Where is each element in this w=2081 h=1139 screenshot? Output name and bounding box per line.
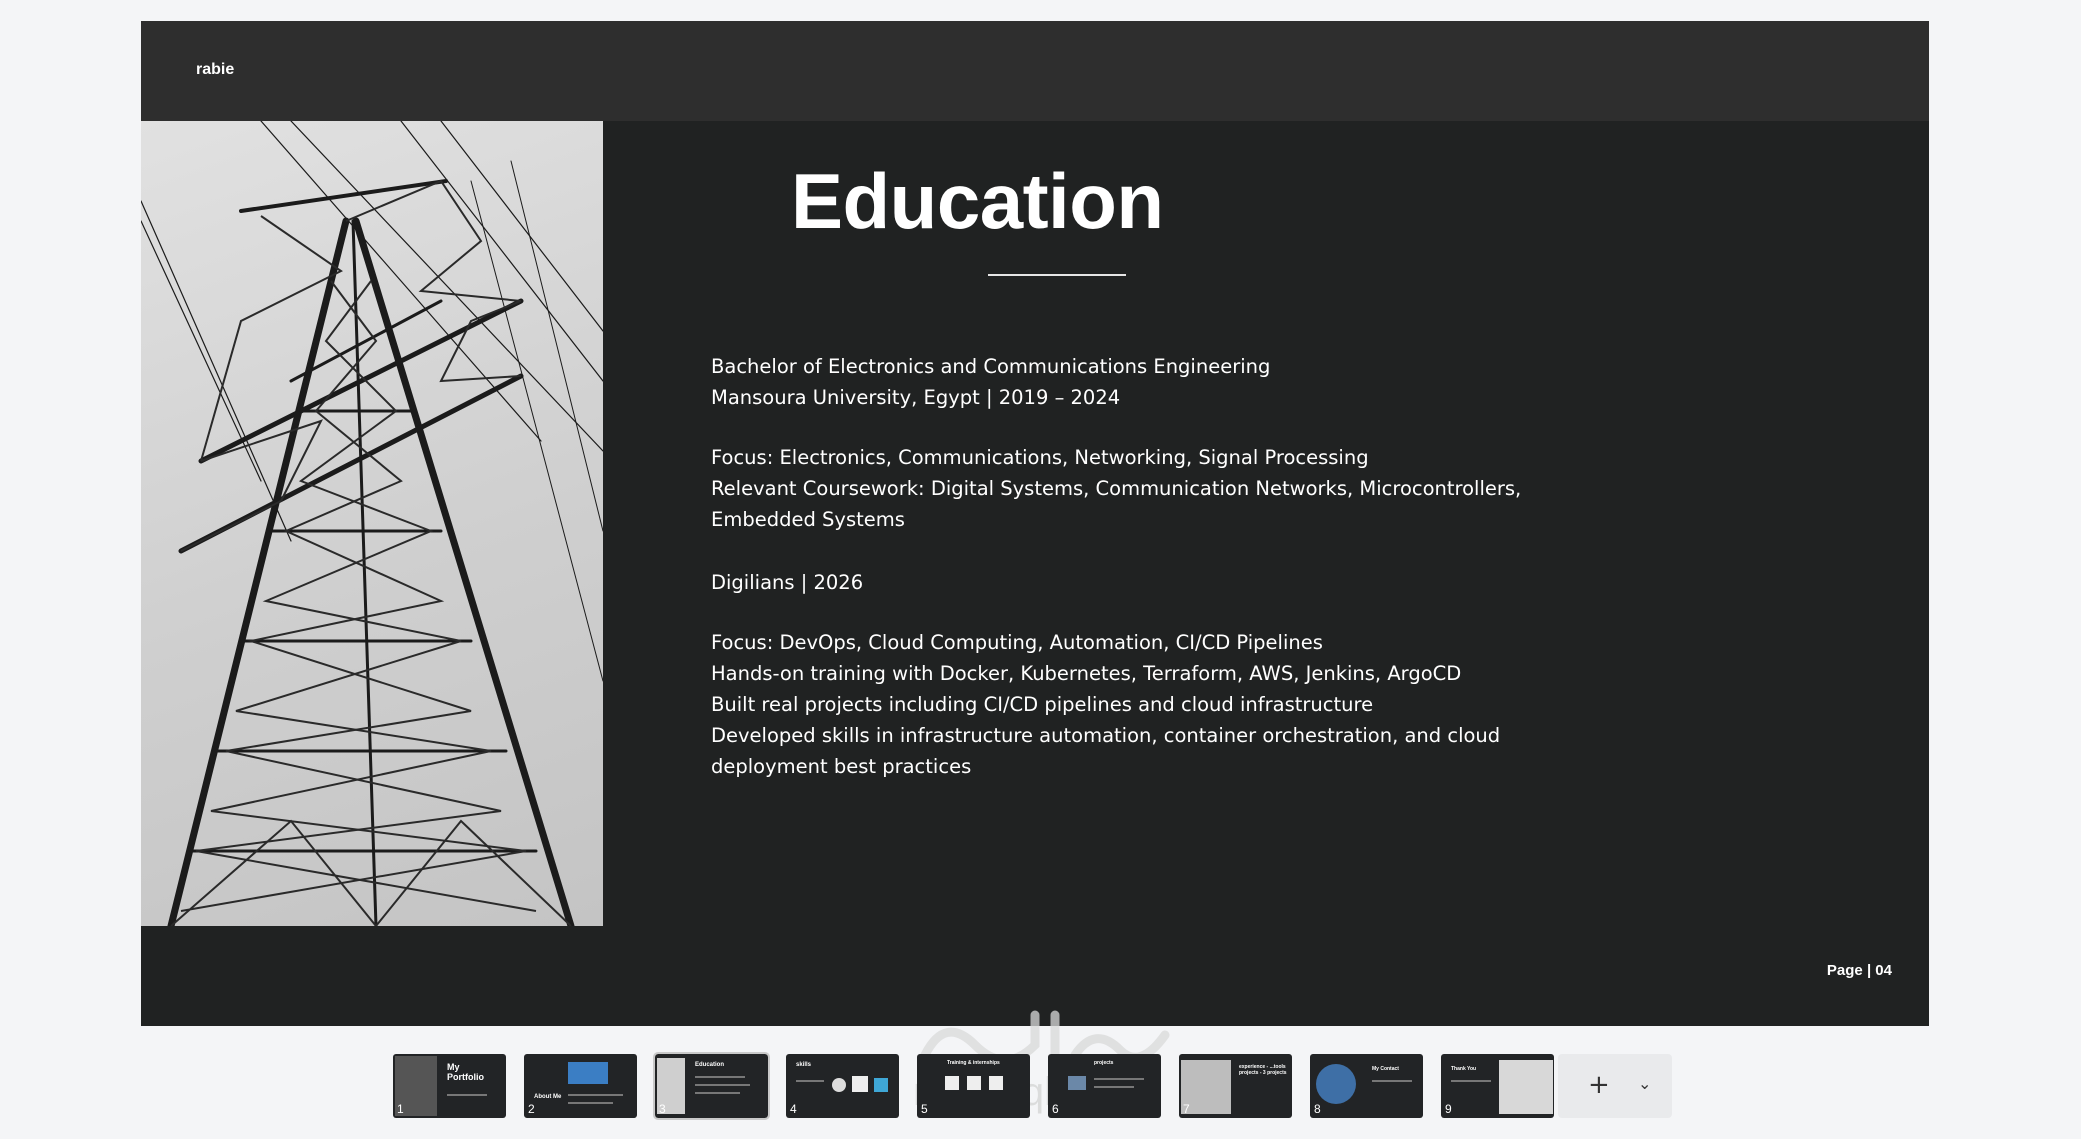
slide-thumbnail-6[interactable]: projects 6 xyxy=(1048,1054,1161,1118)
thumbnail-title: My Contact xyxy=(1372,1066,1399,1072)
thumbnail-number: 5 xyxy=(921,1102,928,1116)
thumbnail-title: Thank You xyxy=(1451,1066,1477,1072)
power-tower-photo[interactable] xyxy=(141,121,603,926)
degree-line: Bachelor of Electronics and Communicatio… xyxy=(711,355,1271,378)
thumbnail-number: 4 xyxy=(790,1102,797,1116)
thumbnail-title: projects xyxy=(1094,1060,1114,1066)
university-line: Mansoura University, Egypt | 2019 – 2024 xyxy=(711,386,1121,409)
skills-line-cont: deployment best practices xyxy=(711,755,972,778)
thumbnail-number: 3 xyxy=(659,1102,666,1116)
slide-thumbnail-2[interactable]: About Me 2 xyxy=(524,1054,637,1118)
thumbnail-number: 2 xyxy=(528,1102,535,1116)
thumbnail-number: 1 xyxy=(397,1102,404,1116)
title-divider xyxy=(988,274,1126,276)
plus-icon[interactable]: + xyxy=(1588,1072,1610,1098)
training-line: Hands-on training with Docker, Kubernete… xyxy=(711,662,1462,685)
slide-thumbnail-8[interactable]: My Contact 8 xyxy=(1310,1054,1423,1118)
program-line: Digilians | 2026 xyxy=(711,571,864,594)
slide-title[interactable]: Education xyxy=(791,156,1164,247)
thumbnail-photo xyxy=(568,1062,608,1084)
slide-thumbnail-1[interactable]: My Portfolio 1 xyxy=(393,1054,506,1118)
slide-thumbnail-5[interactable]: Training & internships 5 xyxy=(917,1054,1030,1118)
slide-thumbnail-strip: My Portfolio 1 About Me 2 Education 3 sk… xyxy=(393,1052,1673,1120)
thumbnail-title: About Me xyxy=(534,1094,562,1100)
thumbnail-title: Training & internships xyxy=(947,1060,1000,1066)
thumbnail-title: skills xyxy=(796,1062,812,1068)
thumbnail-photo xyxy=(1499,1060,1553,1114)
thumbnail-number: 9 xyxy=(1445,1102,1452,1116)
slide-thumbnail-3[interactable]: Education 3 xyxy=(653,1052,770,1120)
slide-canvas[interactable]: rabie Education Bachelor of Electronics … xyxy=(141,21,1929,1026)
coursework-line: Relevant Coursework: Digital Systems, Co… xyxy=(711,477,1522,500)
thumbnail-title: Education xyxy=(695,1062,725,1068)
chevron-down-icon[interactable]: ⌄ xyxy=(1638,1074,1651,1093)
page-number[interactable]: Page | 04 xyxy=(1827,962,1892,979)
thumbnail-title: experience - ...tools projects - 3 proje… xyxy=(1239,1064,1287,1076)
slide-header: rabie xyxy=(141,21,1929,121)
thumbnail-number: 7 xyxy=(1183,1102,1190,1116)
thumbnail-number: 6 xyxy=(1052,1102,1059,1116)
slide-thumbnail-4[interactable]: skills 4 xyxy=(786,1054,899,1118)
thumbnail-title: My Portfolio xyxy=(447,1062,484,1082)
focus-line: Focus: Electronics, Communications, Netw… xyxy=(711,446,1369,469)
coursework-line-cont: Embedded Systems xyxy=(711,508,905,531)
brand-name[interactable]: rabie xyxy=(196,61,234,79)
skills-line: Developed skills in infrastructure autom… xyxy=(711,724,1501,747)
thumbnail-number: 8 xyxy=(1314,1102,1321,1116)
program-focus-line: Focus: DevOps, Cloud Computing, Automati… xyxy=(711,631,1323,654)
slide-thumbnail-7[interactable]: experience - ...tools projects - 3 proje… xyxy=(1179,1054,1292,1118)
add-slide-button[interactable]: + ⌄ xyxy=(1558,1054,1672,1118)
slide-thumbnail-9[interactable]: Thank You 9 xyxy=(1441,1054,1554,1118)
education-text-box[interactable]: Bachelor of Electronics and Communicatio… xyxy=(711,351,1611,782)
projects-line: Built real projects including CI/CD pipe… xyxy=(711,693,1374,716)
thumbnail-photo xyxy=(1316,1064,1356,1104)
